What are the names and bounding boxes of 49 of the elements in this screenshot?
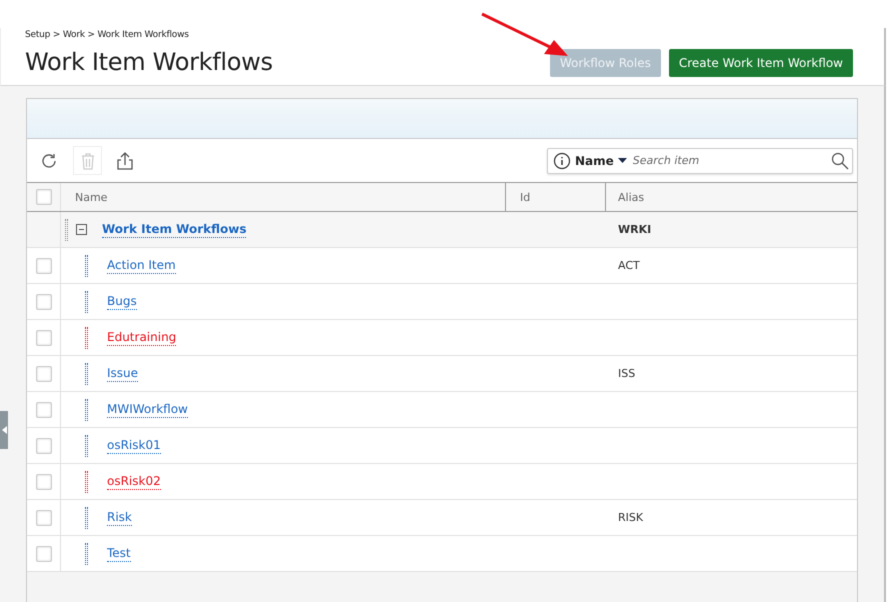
create-button[interactable]: Create Work Item Workflow — [668, 49, 853, 77]
caret-icon — [618, 158, 627, 163]
row-checkbox[interactable] — [36, 546, 52, 562]
row-checkbox[interactable] — [36, 474, 52, 490]
column-header[interactable]: Id — [520, 190, 530, 204]
column-header[interactable]: Alias — [618, 190, 644, 204]
drag-handle-icon[interactable] — [85, 398, 88, 420]
search-icon[interactable] — [831, 152, 849, 170]
row-checkbox[interactable] — [36, 366, 52, 382]
search-field[interactable]: Name Search item — [547, 148, 853, 174]
drag-handle-icon[interactable] — [85, 542, 88, 564]
export-icon[interactable] — [116, 150, 134, 170]
table-cell: RISK — [618, 511, 644, 524]
workflow-link[interactable]: Edutraining — [107, 330, 176, 346]
drag-handle-icon[interactable] — [85, 254, 88, 276]
table-cell: ISS — [618, 367, 636, 380]
page-title: Work Item Workflows — [25, 48, 273, 76]
group-link[interactable]: Work Item Workflows — [102, 222, 246, 238]
collapse-icon[interactable] — [76, 224, 87, 235]
sidebar-toggle[interactable] — [0, 411, 8, 449]
workflow-link[interactable]: osRisk01 — [107, 438, 161, 454]
row-checkbox[interactable] — [36, 438, 52, 454]
search-field-selector[interactable]: Name — [575, 154, 614, 168]
trash-icon — [80, 152, 96, 170]
breadcrumb: Setup > Work > Work Item Workflows — [25, 30, 190, 40]
drag-handle-icon[interactable] — [85, 362, 88, 384]
select-all-checkbox[interactable] — [36, 189, 52, 205]
row-checkbox[interactable] — [36, 402, 52, 418]
row-checkbox[interactable] — [36, 510, 52, 526]
workflow-link[interactable]: Bugs — [107, 294, 137, 310]
row-checkbox[interactable] — [36, 294, 52, 310]
workflow-link[interactable]: Risk — [107, 510, 132, 526]
table-cell: ACT — [618, 259, 640, 272]
workflow-link[interactable]: Action Item — [107, 258, 176, 274]
info-icon — [553, 152, 571, 170]
drag-handle-icon[interactable] — [85, 290, 88, 312]
workflow-link[interactable]: Issue — [107, 366, 138, 382]
row-checkbox[interactable] — [36, 330, 52, 346]
drag-handle-icon[interactable] — [85, 326, 88, 348]
drag-handle-icon[interactable] — [85, 506, 88, 528]
drag-handle-icon[interactable] — [85, 470, 88, 492]
workflow-link[interactable]: Test — [107, 546, 131, 562]
drag-handle-icon[interactable] — [65, 218, 68, 240]
workflow-link[interactable]: osRisk02 — [107, 474, 161, 490]
drag-handle-icon[interactable] — [85, 434, 88, 456]
column-header[interactable]: Name — [75, 190, 108, 204]
table-cell: WRKI — [618, 223, 652, 236]
workflow-link[interactable]: MWIWorkflow — [107, 402, 188, 418]
row-checkbox[interactable] — [36, 258, 52, 274]
